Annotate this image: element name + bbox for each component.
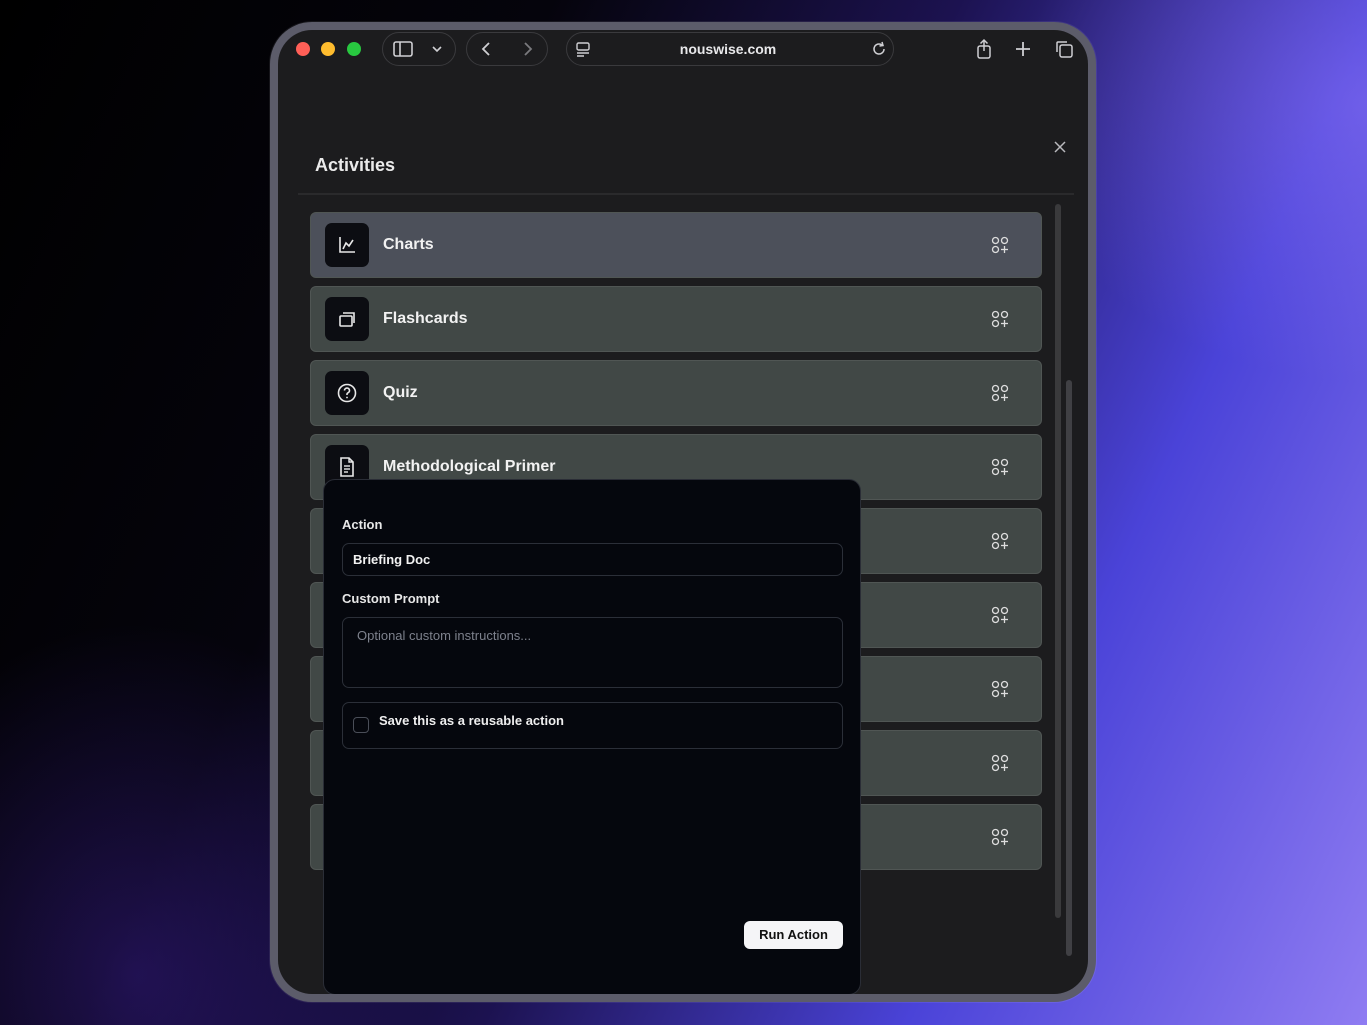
header-divider [298,193,1074,195]
close-window-button[interactable] [296,42,310,56]
back-icon[interactable] [476,38,498,60]
add-activity-icon[interactable] [991,680,1009,698]
share-icon[interactable] [973,38,995,60]
custom-prompt-label: Custom Prompt [342,591,440,606]
activity-label: Charts [383,236,434,253]
add-activity-icon[interactable] [991,532,1009,550]
save-reusable-checkbox[interactable] [353,717,369,733]
minimize-window-button[interactable] [321,42,335,56]
add-activity-icon[interactable] [991,828,1009,846]
question-icon [325,371,369,415]
add-activity-icon[interactable] [991,236,1009,254]
browser-window: nouswise.com Activities Charts Flashcard… [270,22,1096,1002]
add-activity-icon[interactable] [991,310,1009,328]
sidebar-icon[interactable] [392,38,414,60]
activity-item-flashcards[interactable]: Flashcards [310,286,1042,352]
new-tab-icon[interactable] [1012,38,1034,60]
add-activity-icon[interactable] [991,754,1009,772]
save-reusable-option[interactable]: Save this as a reusable action [342,702,843,749]
add-activity-icon[interactable] [991,458,1009,476]
tab-overview-icon[interactable] [1053,38,1075,60]
activity-label: Flashcards [383,310,468,327]
activity-label: Methodological Primer [383,458,556,475]
maximize-window-button[interactable] [347,42,361,56]
cards-icon [325,297,369,341]
save-reusable-label: Save this as a reusable action [379,713,564,728]
browser-toolbar: nouswise.com [278,30,1088,72]
activity-item-quiz[interactable]: Quiz [310,360,1042,426]
forward-icon[interactable] [516,38,538,60]
activity-item-charts[interactable]: Charts [310,212,1042,278]
list-scrollbar-track[interactable] [1055,204,1061,918]
action-panel: Action Briefing Doc Custom Prompt Option… [323,479,861,994]
action-field[interactable]: Briefing Doc [342,543,843,576]
activity-label: Quiz [383,384,418,401]
modal-title: Activities [315,155,396,175]
add-activity-icon[interactable] [991,384,1009,402]
url-text[interactable]: nouswise.com [578,41,878,57]
close-icon[interactable] [1052,139,1068,155]
add-activity-icon[interactable] [991,606,1009,624]
chart-icon [325,223,369,267]
run-action-button[interactable]: Run Action [744,921,843,949]
scrollbar-thumb[interactable] [1066,380,1072,956]
reload-icon[interactable] [868,38,890,60]
chevron-down-icon[interactable] [426,38,448,60]
browser-screen: nouswise.com Activities Charts Flashcard… [278,30,1088,994]
action-label: Action [342,517,383,532]
custom-prompt-textarea[interactable]: Optional custom instructions... [342,617,843,688]
